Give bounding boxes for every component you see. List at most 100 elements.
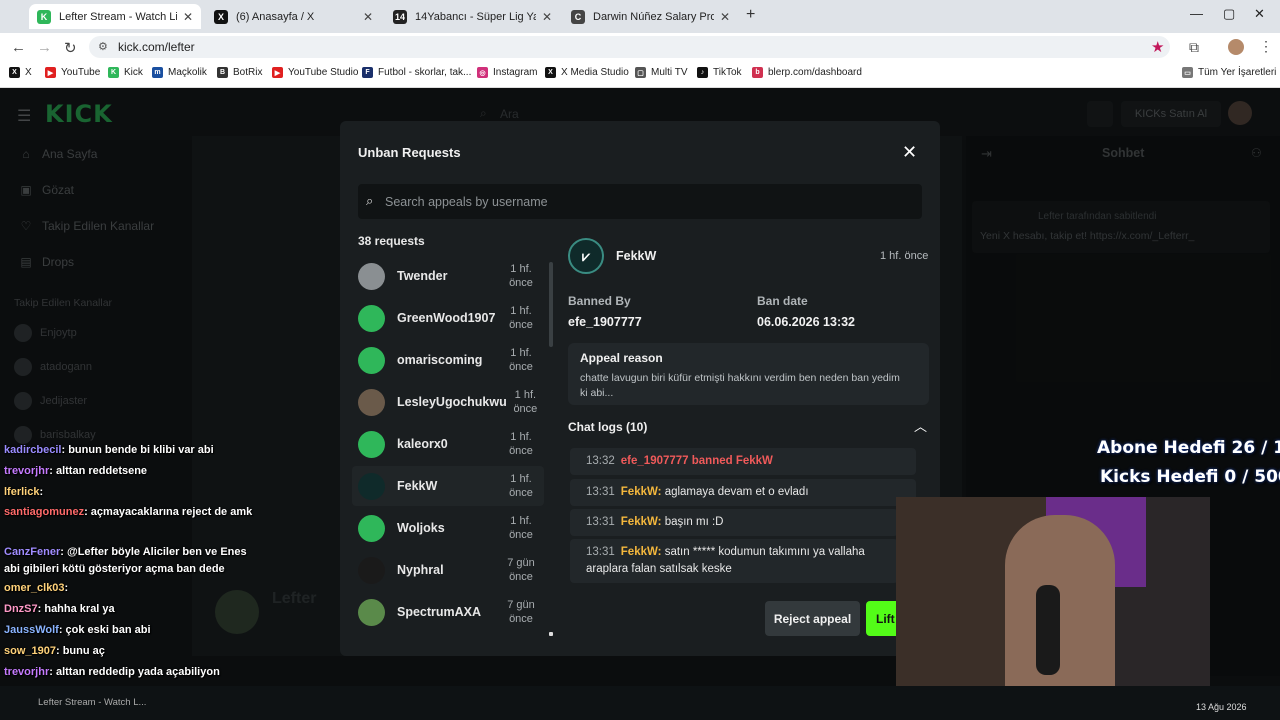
maximize-button[interactable]: ▢ xyxy=(1223,6,1235,22)
back-icon[interactable]: ← xyxy=(11,39,26,56)
avatar xyxy=(358,262,385,290)
request-item[interactable]: omariscoming 1 hf. önce xyxy=(352,340,544,380)
bookmark-item[interactable]: ♪ TikTok xyxy=(697,67,742,78)
taskbar-window[interactable]: Lefter Stream - Watch L... xyxy=(38,697,146,708)
close-tab-icon[interactable]: ✕ xyxy=(542,10,552,24)
request-time: 1 hf. önce xyxy=(509,305,533,331)
request-item[interactable]: Woljoks 1 hf. önce xyxy=(352,508,544,548)
request-username: SpectrumAXA xyxy=(397,605,482,619)
address-bar[interactable] xyxy=(89,36,1170,58)
browser-tab[interactable]: C Darwin Núñez Salary Profile | C ✕ xyxy=(563,4,738,29)
request-item[interactable]: Twender 1 hf. önce xyxy=(352,256,544,296)
request-item[interactable]: SpectrumAXA 7 gün önce xyxy=(352,592,544,632)
overlay-chat-message: kadircbecil: bunun bende bi klibi var ab… xyxy=(4,444,214,456)
scrollbar[interactable] xyxy=(549,262,553,347)
url-text[interactable]: kick.com/lefter xyxy=(118,40,195,54)
bookmark-star-icon[interactable]: ★ xyxy=(1151,38,1164,56)
avatar xyxy=(358,388,385,416)
reject-appeal-button[interactable]: Reject appeal xyxy=(765,601,860,636)
reload-icon[interactable]: ↻ xyxy=(64,39,77,57)
search-input[interactable] xyxy=(383,190,907,214)
banned-by-value: efe_1907777 xyxy=(568,315,642,329)
tab-title: Lefter Stream - Watch Live on K xyxy=(59,10,177,23)
bookmark-label: blerp.com/dashboard xyxy=(768,67,862,78)
bookmark-item[interactable]: X X Media Studio xyxy=(545,67,629,78)
bookmark-item[interactable]: XX xyxy=(9,67,32,78)
scroll-indicator xyxy=(549,632,553,636)
bookmark-item[interactable]: ▶ YouTube Studio xyxy=(272,67,358,78)
request-item[interactable]: GreenWood1907 1 hf. önce xyxy=(352,298,544,338)
request-username: GreenWood1907 xyxy=(397,311,496,325)
bookmark-item[interactable]: B BotRix xyxy=(217,67,262,78)
chat-log-entry: 13:31 FekkW: başın mı :D xyxy=(570,509,898,536)
close-icon[interactable]: ✕ xyxy=(902,142,917,163)
bookmark-icon: m xyxy=(152,67,163,78)
bookmark-label: YouTube xyxy=(61,67,101,78)
browser-tab[interactable]: 14 14Yabancı - Süper Lig Yabancı K ✕ xyxy=(385,4,560,29)
log-message: başın mı :D xyxy=(664,516,724,528)
avatar xyxy=(358,430,385,458)
kick-icon: K xyxy=(37,9,51,24)
all-bookmarks[interactable]: ▭ Tüm Yer İşaretleri xyxy=(1182,67,1276,78)
bookmark-label: BotRix xyxy=(233,67,263,78)
overlay-chat-message: lferlick: xyxy=(4,486,43,498)
bookmark-item[interactable]: F Futbol - skorlar, tak... xyxy=(362,67,471,78)
request-username: Woljoks xyxy=(397,521,445,535)
new-tab-button[interactable]: + xyxy=(746,6,755,24)
request-time: 1 hf. önce xyxy=(509,347,533,373)
request-time: 1 hf. önce xyxy=(509,515,533,541)
request-time: 7 gün önce xyxy=(507,557,535,583)
avatar xyxy=(358,514,385,542)
bookmark-item[interactable]: K Kick xyxy=(108,67,143,78)
chat-text: : bunu aç xyxy=(55,645,105,657)
close-tab-icon[interactable]: ✕ xyxy=(183,10,193,24)
request-username: LesleyUgochukwu xyxy=(397,395,507,409)
selected-username: FekkW xyxy=(616,249,657,263)
request-item[interactable]: Nyphral 7 gün önce xyxy=(352,550,544,590)
bookmark-label: Kick xyxy=(124,67,143,78)
close-window-button[interactable]: ✕ xyxy=(1254,6,1265,22)
bookmark-item[interactable]: ▢ Multi TV xyxy=(635,67,688,78)
bookmark-icon: B xyxy=(217,67,228,78)
close-tab-icon[interactable]: ✕ xyxy=(363,10,373,24)
appeal-reason-text: chatte lavugun biri küfür etmişti hakkın… xyxy=(580,372,900,399)
request-item[interactable]: LesleyUgochukwu 1 hf. önce xyxy=(352,382,544,422)
request-item[interactable]: kaleorx0 1 hf. önce xyxy=(352,424,544,464)
close-tab-icon[interactable]: ✕ xyxy=(720,10,730,24)
forward-icon[interactable]: → xyxy=(37,39,52,56)
overlay-chat-message: CanzFener: @Lefter böyle Aliciler ben ve… xyxy=(4,544,254,578)
bookmark-label: X xyxy=(25,67,32,78)
avatar xyxy=(358,556,385,584)
browser-tab[interactable]: K Lefter Stream - Watch Live on K ✕ xyxy=(29,4,201,29)
selected-user-avatar: ⩗ xyxy=(568,238,604,274)
menu-icon[interactable]: ⋮ xyxy=(1259,38,1273,55)
log-username: FekkW: xyxy=(620,486,662,498)
log-message: aglamaya devam et o evladı xyxy=(664,486,809,498)
avatar xyxy=(358,304,385,332)
tab-title: 14Yabancı - Süper Lig Yabancı K xyxy=(415,10,536,23)
overlay-chat-message: JaussWolf: çok eski ban abi xyxy=(4,624,151,636)
bookmark-icon: X xyxy=(545,67,556,78)
log-time: 13:31 xyxy=(586,546,615,558)
request-time: 1 hf. önce xyxy=(509,263,533,289)
request-username: FekkW xyxy=(397,479,438,493)
taskbar xyxy=(0,686,1280,720)
bookmark-item[interactable]: m Maçkolik xyxy=(152,67,207,78)
chat-username: kadircbecil xyxy=(4,444,62,456)
bookmark-label: Instagram xyxy=(493,67,538,78)
bookmark-item[interactable]: ◎ Instagram xyxy=(477,67,537,78)
request-time: 1 hf. önce xyxy=(513,389,538,415)
browser-tab[interactable]: X (6) Anasayfa / X ✕ xyxy=(206,4,381,29)
extensions-icon[interactable]: ⧉ xyxy=(1189,39,1199,56)
bookmark-item[interactable]: ▶ YouTube xyxy=(45,67,100,78)
bookmark-item[interactable]: b blerp.com/dashboard xyxy=(752,67,862,78)
chevron-up-icon[interactable]: ︿ xyxy=(914,416,927,435)
request-item[interactable]: FekkW 1 hf. önce xyxy=(352,466,544,506)
bookmark-label: Multi TV xyxy=(651,67,688,78)
log-username: FekkW: xyxy=(620,546,662,558)
profile-avatar[interactable] xyxy=(1228,39,1244,55)
minimize-button[interactable]: — xyxy=(1190,6,1203,21)
site-info-icon[interactable]: ⚙ xyxy=(98,40,108,53)
bookmark-icon: ◎ xyxy=(477,67,488,78)
chat-text: : hahha kral ya xyxy=(37,603,115,615)
